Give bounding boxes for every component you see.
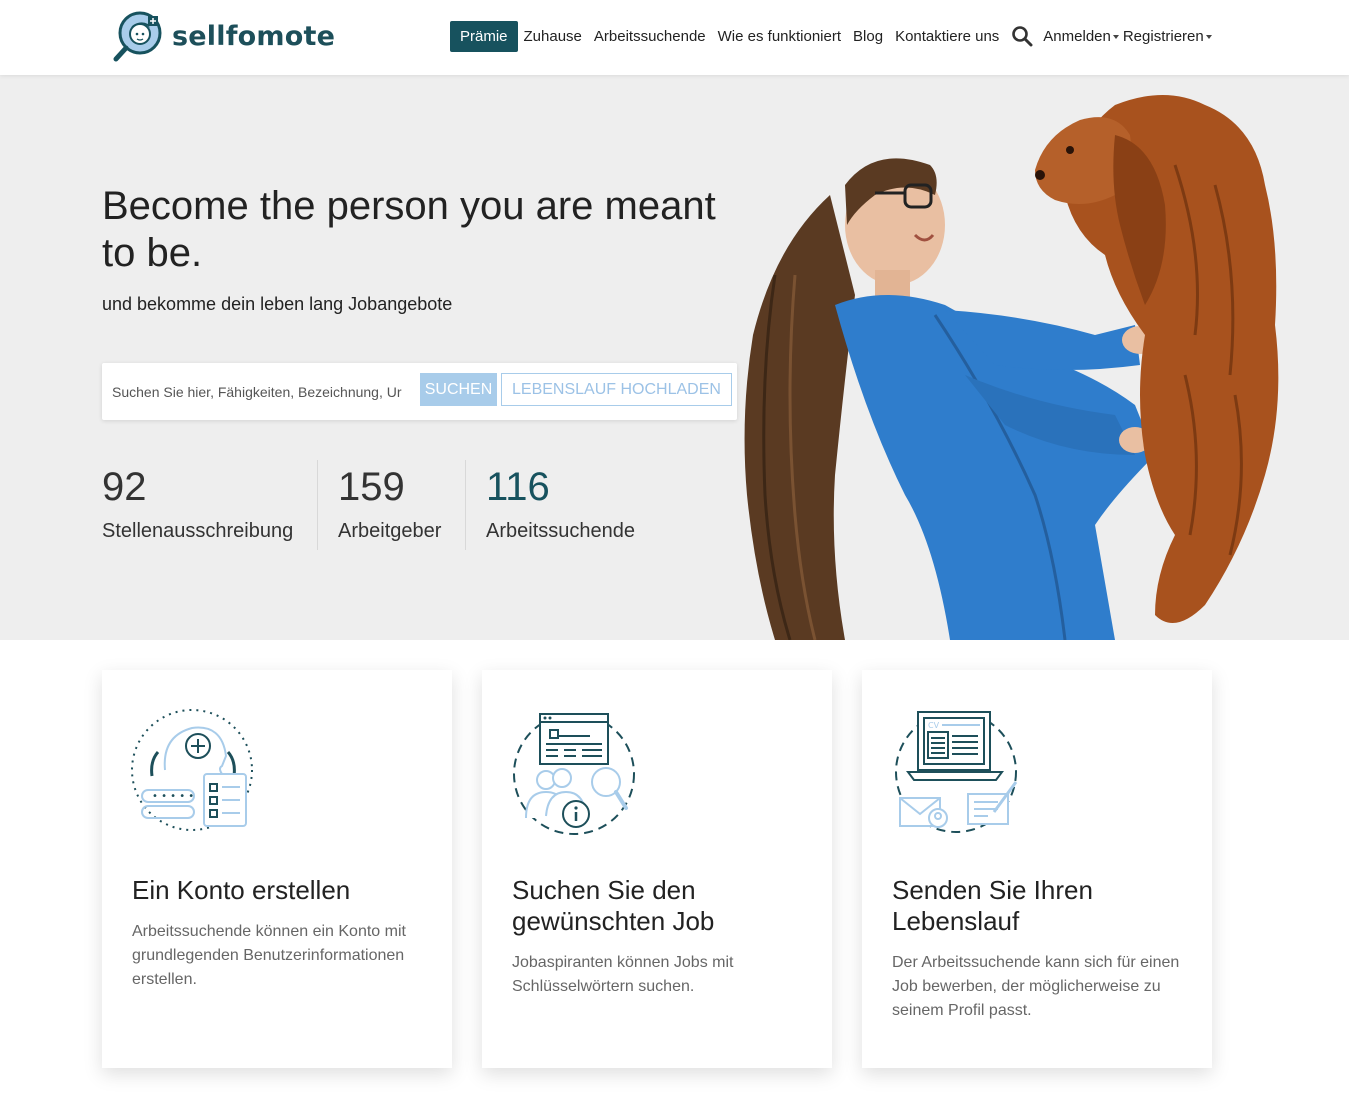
card-text: Arbeitssuchende können ein Konto mit gru… xyxy=(132,923,406,988)
hero-subtitle: und bekomme dein leben lang Jobangebote xyxy=(102,294,453,314)
stat-value: 159 xyxy=(338,465,405,509)
hero-section: Become the person you are meant to be. u… xyxy=(0,75,1349,640)
nav-register-label: Registrieren xyxy=(1122,27,1204,45)
nav-jobseekers[interactable]: Arbeitssuchende xyxy=(594,28,706,45)
hero-image xyxy=(744,95,1279,640)
nav-home[interactable]: Zuhause xyxy=(524,28,582,45)
card-text: Der Arbeitssuchende kann sich für einen … xyxy=(892,954,1180,1019)
account-icon: • • • • • xyxy=(131,709,253,831)
stat-employers: 159 Arbeitgeber xyxy=(338,460,441,550)
resume-icon: CV xyxy=(895,711,1018,833)
nav-login-label: Anmelden xyxy=(1043,27,1111,45)
job-search-icon xyxy=(513,713,635,835)
card-title: Ein Konto erstellen xyxy=(132,875,351,905)
main-nav: Prämie Zuhause Arbeitssuchende Wie es fu… xyxy=(450,20,1224,52)
nav-register[interactable]: Registrieren xyxy=(1123,28,1212,45)
svg-text:• • • • •: • • • • • xyxy=(152,791,194,802)
search-button[interactable]: SUCHEN xyxy=(420,373,497,406)
chevron-down-icon xyxy=(1112,34,1119,39)
search-input[interactable] xyxy=(112,379,412,405)
card-send-resume: CV Senden Sie Ihren Lebenslauf Der Arbei… xyxy=(862,670,1212,1068)
stat-label: Stellenausschreibung xyxy=(102,520,294,542)
stat-label: Arbeitssuchende xyxy=(486,520,635,542)
stat-divider xyxy=(465,460,466,550)
logo-icon xyxy=(113,11,162,62)
logo[interactable]: sellfomote xyxy=(110,8,335,64)
hero-title: Become the person you are meant to be. xyxy=(102,184,716,275)
nav-how-it-works[interactable]: Wie es funktioniert xyxy=(718,28,841,45)
stat-label: Arbeitgeber xyxy=(338,520,442,542)
card-title: Suchen Sie den gewünschten Job xyxy=(512,875,715,936)
feature-cards: • • • • • Ein Konto erstellen Arbeitssuc… xyxy=(102,670,1212,1070)
stat-value: 92 xyxy=(102,465,147,509)
nav-login[interactable]: Anmelden xyxy=(1043,28,1119,45)
chevron-down-icon xyxy=(1205,34,1212,39)
card-title: Senden Sie Ihren Lebenslauf xyxy=(892,875,1093,936)
svg-text:CV: CV xyxy=(928,721,940,730)
nav-blog[interactable]: Blog xyxy=(853,28,883,45)
nav-premium[interactable]: Prämie xyxy=(450,20,518,52)
stat-divider xyxy=(317,460,318,550)
stat-value: 116 xyxy=(486,465,550,509)
card-search-job: Suchen Sie den gewünschten Job Jobaspira… xyxy=(482,670,832,1068)
search-icon[interactable] xyxy=(1011,25,1033,47)
logo-text[interactable]: sellfomote xyxy=(172,21,335,52)
card-create-account: • • • • • Ein Konto erstellen Arbeitssuc… xyxy=(102,670,452,1068)
stat-jobs: 92 Stellenausschreibung xyxy=(102,460,293,550)
stat-jobseekers: 116 Arbeitssuchende xyxy=(486,460,635,550)
search-bar: SUCHEN LEBENSLAUF HOCHLADEN xyxy=(102,363,737,420)
site-header: sellfomote Prämie Zuhause Arbeitssuchend… xyxy=(0,0,1349,75)
card-text: Jobaspiranten können Jobs mit Schlüsselw… xyxy=(512,954,734,995)
nav-contact[interactable]: Kontaktiere uns xyxy=(895,28,999,45)
upload-resume-button[interactable]: LEBENSLAUF HOCHLADEN xyxy=(501,373,732,406)
